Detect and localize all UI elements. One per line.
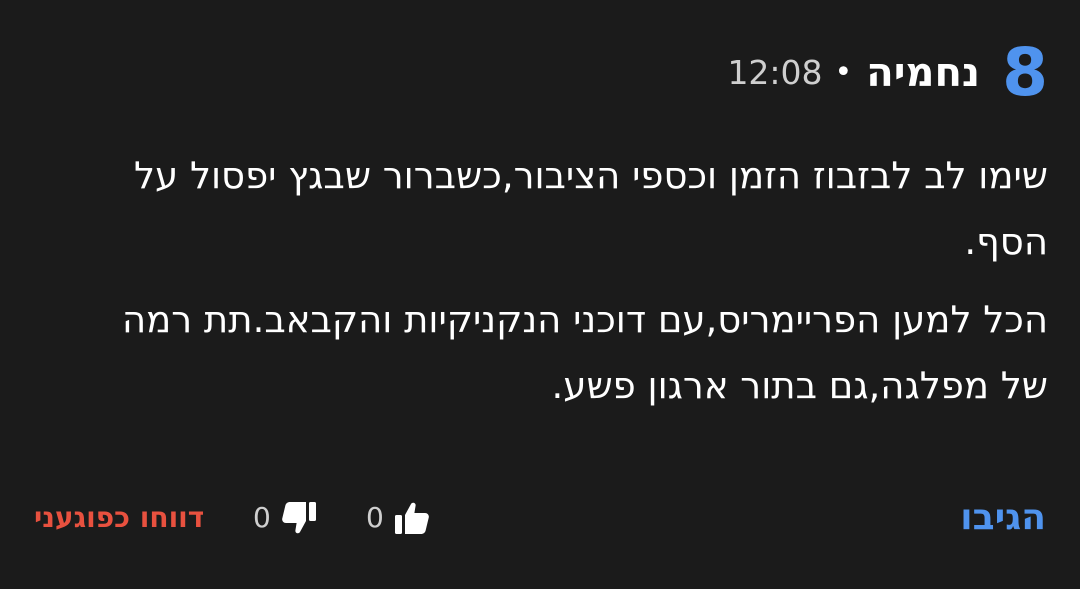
comment-header: 8 נחמיה • 12:08	[727, 38, 1048, 108]
report-button[interactable]: דווחו כפוגעני	[34, 498, 204, 538]
thumbs-up-icon	[394, 501, 430, 535]
separator-dot: •	[834, 55, 853, 90]
comment-paragraph: שימו לב לבזבוז הזמן וכספי הציבור,כשברור …	[134, 154, 1048, 263]
comment-card: 8 נחמיה • 12:08 שימו לב לבזבוז הזמן וכספ…	[0, 0, 1080, 589]
reply-button[interactable]: הגיבו	[960, 494, 1046, 542]
comment-body: שימו לב לבזבוז הזמן וכספי הציבור,כשברור …	[73, 143, 1048, 431]
like-count: 0	[366, 501, 384, 534]
thumbs-down-icon	[281, 501, 317, 535]
dislike-count: 0	[253, 501, 271, 534]
comment-actions: הגיבו 0 0 דווחו כפוגעני	[0, 488, 1080, 548]
comment-number: 8	[1002, 34, 1048, 111]
comment-time: 12:08	[727, 53, 823, 92]
author-name: נחמיה	[866, 50, 981, 96]
like-button[interactable]: 0	[366, 496, 430, 540]
comment-paragraph: הכל למען הפריימריס,עם דוכני הנקניקיות וה…	[121, 298, 1048, 407]
dislike-button[interactable]: 0	[253, 496, 317, 540]
